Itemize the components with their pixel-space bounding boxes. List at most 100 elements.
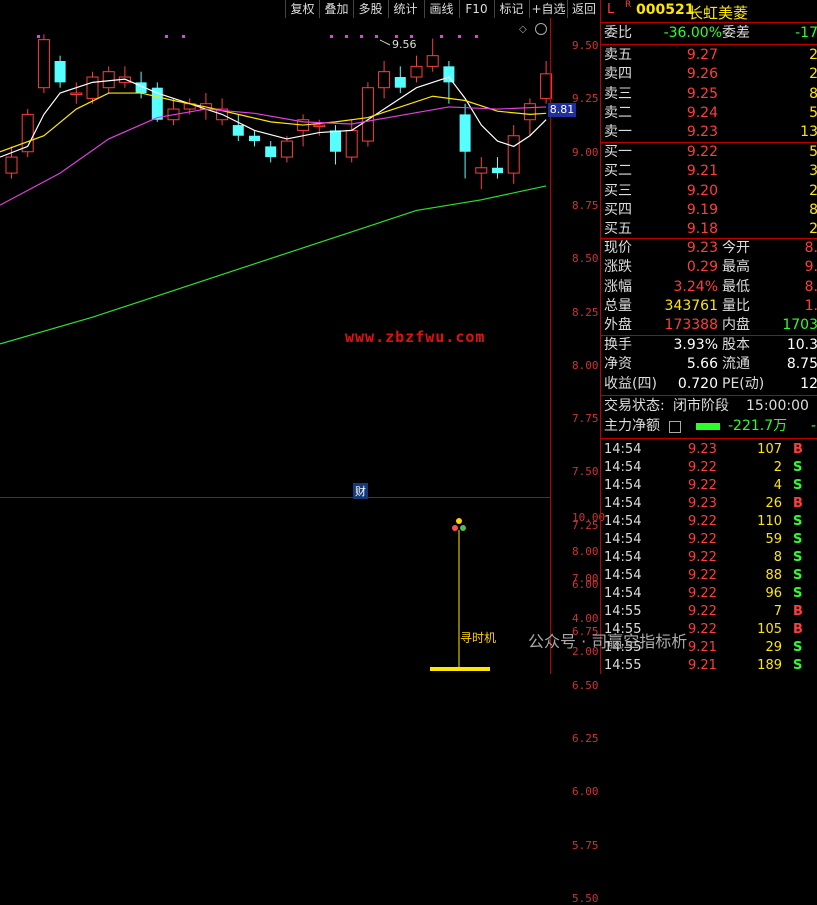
- bid-row[interactable]: 买五 9.18 2: [601, 220, 817, 239]
- bid-volume: 5: [809, 144, 817, 160]
- ask-row[interactable]: 卖四 9.26 2: [601, 65, 817, 84]
- right-marker: R: [625, 0, 632, 10]
- bid-row[interactable]: 买四 9.19 8: [601, 201, 817, 220]
- list-icon[interactable]: [669, 421, 681, 433]
- stat-value: 3.93%: [673, 337, 718, 353]
- bid-row[interactable]: 买二 9.21 3: [601, 162, 817, 181]
- trade-price: 9.22: [688, 550, 717, 565]
- weibi-row: 委比 -36.00% 委差 -17: [601, 24, 817, 43]
- ask-row[interactable]: 卖五 9.27 2: [601, 46, 817, 65]
- statistics-button[interactable]: 统计: [388, 0, 422, 18]
- ask-price: 9.26: [686, 66, 718, 83]
- trade-price: 9.23: [688, 442, 717, 457]
- kline-canvas[interactable]: [0, 0, 600, 674]
- trade-row: 14:54 9.22 59 S: [601, 531, 817, 549]
- stat-label: 量比: [722, 297, 750, 314]
- trade-direction: S: [793, 640, 803, 655]
- f10-button[interactable]: F10: [459, 0, 493, 18]
- signal-dot: [475, 35, 478, 38]
- price-axis-tick: 5.50: [572, 891, 599, 905]
- panel-separator: [0, 497, 551, 498]
- stat-value: 10.3: [786, 337, 817, 353]
- price-axis-tick: 5.75: [572, 838, 599, 852]
- trade-price: 9.22: [688, 532, 717, 547]
- trade-row: 14:54 9.22 2 S: [601, 459, 817, 477]
- bid-label: 买一: [604, 144, 632, 160]
- stat-value: 3.24%: [673, 278, 718, 295]
- weibi-value: -36.00%: [663, 25, 722, 41]
- bid-label: 买二: [604, 163, 632, 180]
- ma60-line: [0, 185, 547, 345]
- trade-time: 14:54: [604, 442, 642, 457]
- ask-volume: 8: [809, 85, 817, 102]
- diamond-icon[interactable]: ◇: [519, 24, 527, 35]
- stock-code: 000521: [636, 2, 695, 18]
- left-marker[interactable]: L: [607, 2, 614, 17]
- signal-dot: [360, 35, 363, 38]
- bid-row[interactable]: 买一 9.22 5: [601, 143, 817, 162]
- trade-direction: B: [793, 604, 803, 619]
- ask-row[interactable]: 卖二 9.24 5: [601, 104, 817, 123]
- signal-dot: [345, 35, 348, 38]
- trade-price: 9.23: [688, 496, 717, 511]
- multi-stock-button[interactable]: 多股: [353, 0, 387, 18]
- candle-body: [5, 156, 18, 174]
- stat-row: 换手 3.93% 股本 10.3: [601, 336, 817, 355]
- finance-marker[interactable]: 财: [353, 483, 368, 499]
- trade-price: 9.22: [688, 604, 717, 619]
- trade-volume: 96: [765, 586, 782, 601]
- stat-row: 现价 9.23 今开 8.: [601, 239, 817, 258]
- stat-value: 8.: [804, 278, 817, 295]
- signal-dot: [330, 35, 333, 38]
- stat-row: 总量 343761 量比 1.: [601, 297, 817, 316]
- candle-body: [410, 65, 423, 78]
- bid-row[interactable]: 买三 9.20 2: [601, 182, 817, 201]
- trade-time: 14:55: [604, 604, 642, 619]
- draw-line-button[interactable]: 画线: [424, 0, 458, 18]
- trade-row: 14:55 9.21 189 S: [601, 657, 817, 675]
- mark-button[interactable]: 标记: [494, 0, 528, 18]
- overlay-button[interactable]: 叠加: [319, 0, 353, 18]
- stat-label: 收益(四): [604, 375, 657, 392]
- stat-value: 173388: [664, 317, 718, 334]
- candle-body: [394, 77, 406, 88]
- weicha-value: -17: [795, 25, 817, 41]
- indicator-axis-tick: 4.00: [572, 611, 599, 625]
- trade-row: 14:54 9.22 96 S: [601, 585, 817, 603]
- stock-header: L R 000521 长虹美菱: [601, 0, 817, 22]
- indicator-axis-tick: 6.00: [572, 578, 599, 591]
- trade-time: 14:54: [604, 550, 642, 565]
- back-button[interactable]: 返回: [567, 0, 600, 18]
- divider: [601, 44, 817, 45]
- trade-price: 9.21: [688, 640, 717, 655]
- stat-value: 12: [800, 375, 817, 392]
- add-watchlist-button[interactable]: +自选: [529, 0, 567, 18]
- stat-value: 9.23: [686, 240, 718, 256]
- bid-volume: 3: [809, 163, 817, 180]
- kline-chart-area[interactable]: 9.50 9.25 9.00 8.75 8.50 8.25 8.00 7.75 7.50 7.25…: [0, 0, 605, 905]
- stat-label: 流通: [722, 356, 750, 373]
- weibi-label: 委比: [604, 25, 632, 41]
- trade-status-label: 交易状态:: [604, 398, 665, 414]
- candle-body: [523, 103, 536, 121]
- fuquan-button[interactable]: 复权: [285, 0, 319, 18]
- main-net-row[interactable]: 主力净额 -221.7万 -: [601, 417, 817, 436]
- stat-label: 外盘: [604, 317, 632, 334]
- candle-body: [54, 61, 66, 83]
- main-net-suffix: -: [811, 418, 817, 434]
- trade-direction: S: [793, 658, 803, 673]
- trade-row: 14:54 9.22 8 S: [601, 549, 817, 567]
- ask-row[interactable]: 卖一 9.23 13: [601, 123, 817, 142]
- stat-label: 最高: [722, 259, 750, 276]
- trade-time: 14:54: [604, 532, 642, 547]
- trade-row: 14:54 9.23 107 B: [601, 441, 817, 459]
- quote-panel: L R 000521 长虹美菱 委比 -36.00% 委差 -17 卖五 9.27…: [600, 0, 817, 674]
- candle-body: [345, 129, 358, 158]
- stat-row: 收益(四) 0.720 PE(动) 12: [601, 375, 817, 394]
- trade-price: 9.22: [688, 568, 717, 583]
- trade-row: 14:54 9.23 26 B: [601, 495, 817, 513]
- candle-body: [507, 135, 520, 174]
- circle-icon[interactable]: [535, 23, 547, 35]
- ask-row[interactable]: 卖三 9.25 8: [601, 85, 817, 104]
- candle-body: [492, 167, 503, 174]
